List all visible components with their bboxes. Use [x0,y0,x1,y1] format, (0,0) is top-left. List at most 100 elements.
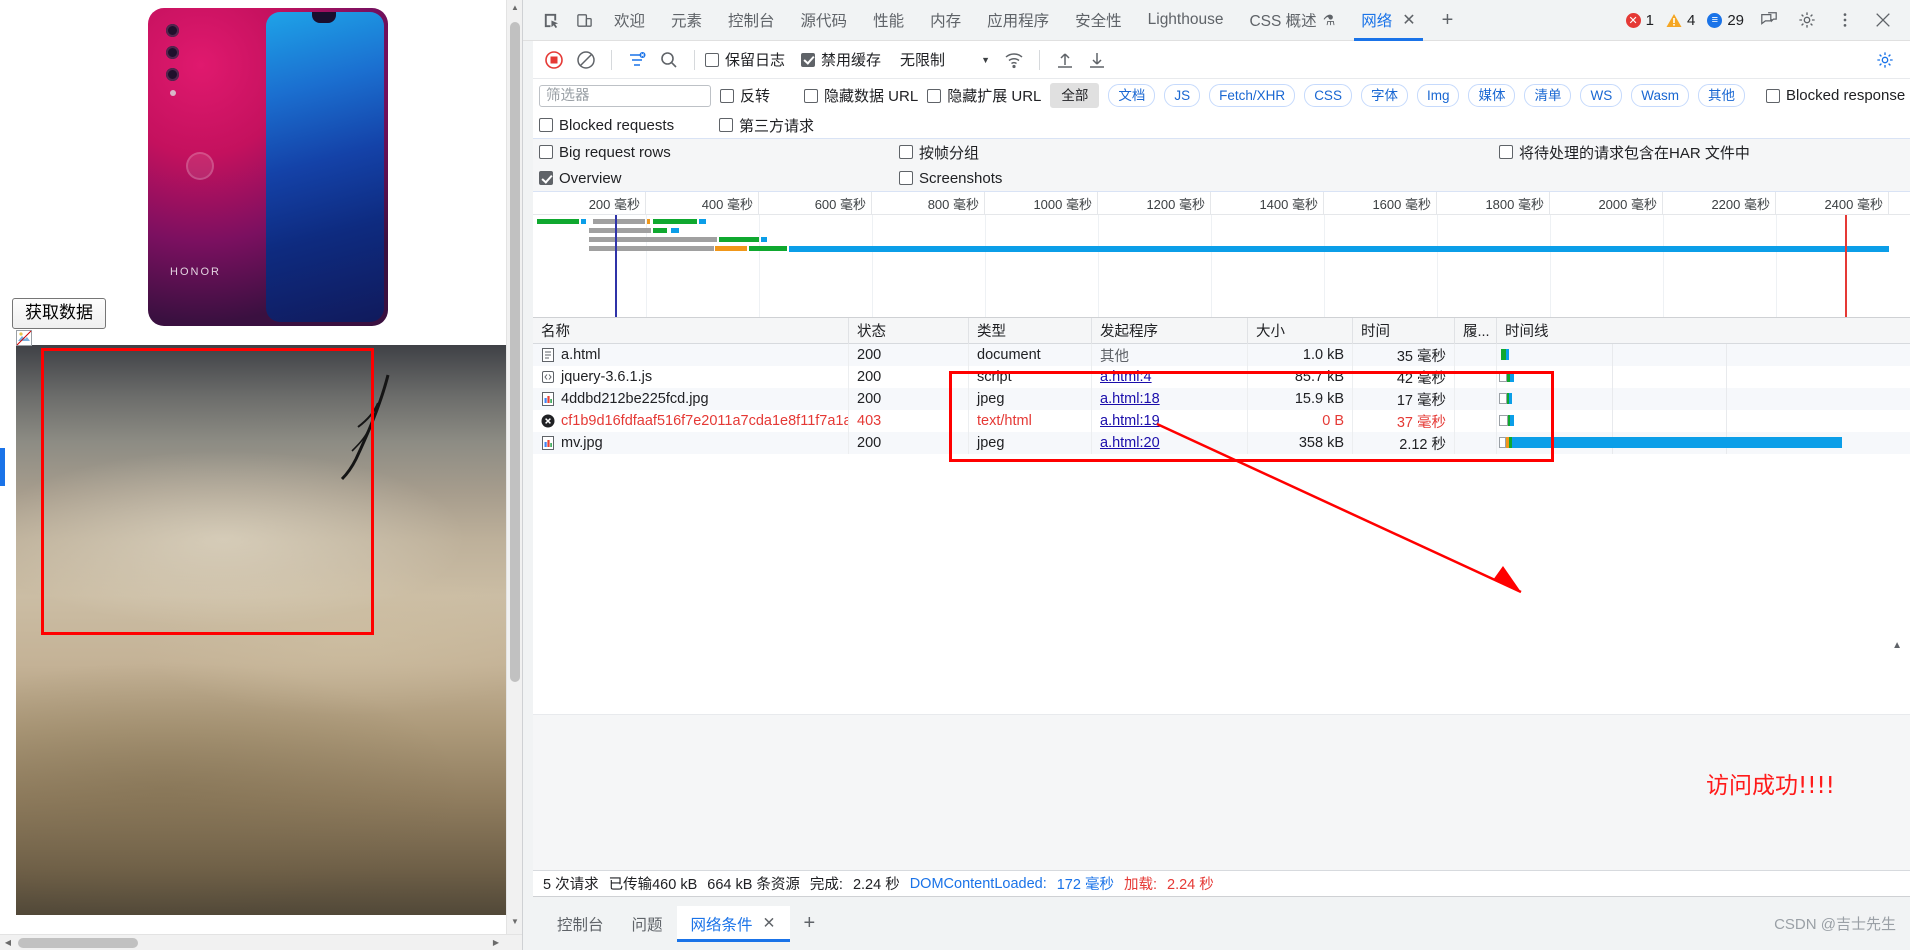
type-chip-all[interactable]: 全部 [1050,82,1100,109]
device-toolbar-icon[interactable] [567,3,601,37]
checkbox-box[interactable] [719,118,733,132]
clear-icon[interactable] [571,45,601,75]
third-party-requests-checkbox[interactable]: 第三方请求 [719,115,814,136]
add-tab-button[interactable]: + [1429,0,1467,41]
screenshots-checkbox[interactable]: Screenshots [899,170,1499,187]
checkbox-box[interactable] [1499,145,1513,159]
close-icon[interactable]: ✕ [763,914,776,933]
column-header-initiator[interactable]: 发起程序 [1092,317,1248,344]
invert-filter-checkbox[interactable]: 反转 [720,85,770,106]
table-row[interactable]: jquery-3.6.1.js 200 script a.html:4 85.7… [533,366,1910,388]
blocked-requests-checkbox[interactable]: Blocked requests [539,117,719,134]
filter-icon[interactable] [622,45,652,75]
checkbox-box[interactable] [927,88,942,103]
tab-security[interactable]: 安全性 [1062,0,1135,41]
drawer-tab-issues[interactable]: 问题 [618,906,677,942]
throttling-select[interactable]: 无限制 ▼ [893,45,997,74]
close-devtools-icon[interactable] [1866,3,1900,37]
network-overview-graph[interactable]: 200 毫秒 400 毫秒 600 毫秒 800 毫秒 1000 毫秒 1200… [533,192,1910,318]
checkbox-box[interactable] [539,171,553,185]
settings-gear-blue-icon[interactable] [1874,45,1904,75]
type-chip-other[interactable]: 其他 [1697,83,1745,108]
checkbox-box[interactable] [539,145,553,159]
gear-icon[interactable] [1790,3,1824,37]
tab-application[interactable]: 应用程序 [974,0,1062,41]
type-chip-js[interactable]: JS [1164,83,1201,108]
cell-initiator[interactable]: a.html:4 [1092,366,1248,388]
cell-initiator[interactable]: a.html:20 [1092,432,1248,454]
type-chip-ws[interactable]: WS [1580,83,1623,108]
type-chip-img[interactable]: Img [1416,83,1460,108]
tab-lighthouse[interactable]: Lighthouse [1135,0,1237,41]
cell-initiator[interactable]: a.html:19 [1092,410,1248,432]
cell-name[interactable]: 4ddbd212be225fcd.jpg [533,388,849,410]
overview-checkbox[interactable]: Overview [539,170,899,187]
page-vertical-scrollbar[interactable]: ▲ ▼ [506,0,522,950]
cell-name[interactable]: mv.jpg [533,432,849,454]
column-header-name[interactable]: 名称 [533,317,849,344]
scroll-up-arrow-icon[interactable]: ▲ [507,0,522,16]
column-header-timeline[interactable]: 时间线 [1497,318,1910,344]
tab-memory[interactable]: 内存 [917,0,974,41]
tab-console[interactable]: 控制台 [715,0,788,41]
network-conditions-icon[interactable] [999,45,1029,75]
big-request-rows-checkbox[interactable]: Big request rows [539,144,899,161]
checkbox-box[interactable] [720,88,734,103]
checkbox-box[interactable] [899,171,913,185]
scroll-right-arrow-icon[interactable]: ▶ [488,935,504,950]
filter-input[interactable] [539,84,711,107]
cell-initiator[interactable]: a.html:18 [1092,388,1248,410]
horizontal-scrollbar-thumb[interactable] [18,938,138,948]
info-count-chip[interactable]: ≡ 29 [1703,12,1748,29]
checkbox-box[interactable] [899,145,913,159]
import-har-icon[interactable] [1050,45,1080,75]
checkbox-box[interactable] [539,118,553,132]
tab-sources[interactable]: 源代码 [788,0,861,41]
column-header-size[interactable]: 大小 [1248,317,1353,344]
record-stop-icon[interactable] [539,45,569,75]
blocked-response-cookies-checkbox[interactable]: Blocked response cookies [1765,87,1910,104]
overview-bars-area[interactable] [533,215,1910,317]
cell-name[interactable]: jquery-3.6.1.js [533,366,849,388]
type-chip-fetch-xhr[interactable]: Fetch/XHR [1209,83,1296,108]
drawer-add-tab-button[interactable]: + [790,906,830,942]
page-horizontal-scrollbar[interactable]: ◀ ▶ [0,934,522,950]
initiator-link[interactable]: a.html:19 [1100,413,1160,429]
checkbox-box[interactable] [705,52,719,67]
column-header-status[interactable]: 状态 [849,317,969,344]
initiator-link[interactable]: a.html:18 [1100,391,1160,407]
drawer-tab-network-conditions[interactable]: 网络条件 ✕ [676,905,790,942]
initiator-link[interactable]: a.html:20 [1100,435,1160,451]
preserve-log-checkbox[interactable]: 保留日志 [705,49,785,70]
search-icon[interactable] [654,45,684,75]
type-chip-font[interactable]: 字体 [1360,83,1408,108]
checkbox-box[interactable] [1765,88,1780,103]
tab-network[interactable]: 网络 ✕ [1348,0,1428,41]
hide-data-urls-checkbox[interactable]: 隐藏数据 URL [804,85,918,106]
table-row[interactable]: mv.jpg 200 jpeg a.html:20 358 kB 2.12 秒 [533,432,1910,454]
disable-cache-checkbox[interactable]: 禁用缓存 [801,49,881,70]
type-chip-wasm[interactable]: Wasm [1631,83,1689,108]
type-chip-document[interactable]: 文档 [1108,83,1156,108]
cell-name[interactable]: a.html [533,344,849,366]
type-chip-manifest[interactable]: 清单 [1524,83,1572,108]
vertical-scrollbar-thumb[interactable] [510,22,520,682]
devtools-splitter-handle[interactable] [523,0,533,950]
checkbox-box[interactable] [804,88,819,103]
har-pending-requests-checkbox[interactable]: 将待处理的请求包含在HAR 文件中 [1499,142,1750,163]
tab-css-overview[interactable]: CSS 概述 ⚗ [1236,0,1348,41]
tab-welcome[interactable]: 欢迎 [601,0,658,41]
tab-performance[interactable]: 性能 [860,0,917,41]
column-header-type[interactable]: 类型 [969,317,1092,344]
column-header-time[interactable]: 时间 [1353,317,1455,344]
table-row[interactable]: cf1b9d16fdfaaf516f7e2011a7cda1e8f11f7a1a… [533,410,1910,432]
type-chip-media[interactable]: 媒体 [1468,83,1516,108]
fetch-data-button[interactable]: 获取数据 [12,298,106,329]
inspect-element-icon[interactable] [533,3,567,37]
checkbox-box[interactable] [801,52,816,67]
initiator-link[interactable]: a.html:4 [1100,369,1152,385]
table-row[interactable]: 4ddbd212be225fcd.jpg 200 jpeg a.html:18 … [533,388,1910,410]
close-icon[interactable]: ✕ [1402,10,1415,30]
type-chip-css[interactable]: CSS [1304,83,1352,108]
column-header-waterfall-short[interactable]: 履... [1455,317,1497,344]
